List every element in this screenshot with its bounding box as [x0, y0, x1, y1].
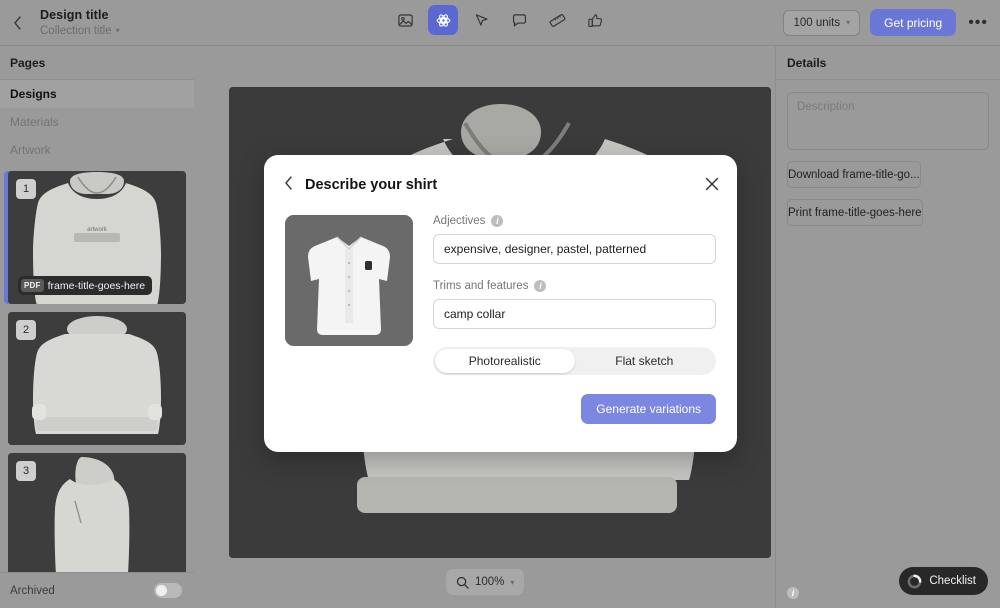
modal-title: Describe your shirt	[305, 177, 438, 193]
modal-fields: Adjectives i Trims and features i Photor…	[433, 215, 716, 375]
units-label: 100 units	[793, 16, 841, 29]
app-window: Design title Collection title ▾ 100 unit…	[0, 0, 1000, 608]
thumbnail-label: PDF frame-title-goes-here	[18, 276, 153, 295]
trims-label-text: Trims and features	[433, 280, 529, 292]
adjectives-label-text: Adjectives	[433, 215, 486, 227]
modal-footer: Generate variations	[264, 375, 737, 424]
info-icon[interactable]: i	[491, 215, 504, 227]
get-pricing-button[interactable]: Get pricing	[870, 9, 957, 36]
thumbnail-number: 1	[16, 179, 36, 199]
archived-row: Archived	[0, 572, 194, 608]
svg-text:artwork: artwork	[87, 227, 108, 233]
render-style-segmented-control: Photorealistic Flat sketch	[433, 347, 716, 375]
left-sidebar: Pages Designs Materials Artwork 1 artwor…	[0, 45, 194, 608]
magnifier-icon	[456, 576, 469, 589]
shirt-illustration	[285, 215, 413, 346]
description-field[interactable]: Description	[787, 92, 989, 150]
trims-label: Trims and features i	[433, 280, 716, 292]
thumbnail-item[interactable]: 1 artwork PDF frame-title-goes-here	[8, 171, 186, 304]
chevron-left-icon	[13, 15, 21, 30]
adjectives-label: Adjectives i	[433, 215, 716, 227]
trims-input[interactable]	[433, 299, 716, 329]
top-right-actions: 100 units ▾ Get pricing •••	[783, 0, 990, 45]
tool-ruler-icon[interactable]	[542, 5, 572, 35]
print-button[interactable]: Print frame-title-goes-here	[787, 199, 923, 226]
tool-comment-icon[interactable]	[504, 5, 534, 35]
units-dropdown[interactable]: 100 units ▾	[783, 9, 861, 36]
checklist-button[interactable]: Checklist	[899, 567, 988, 595]
top-bar: Design title Collection title ▾ 100 unit…	[0, 0, 1000, 45]
design-title: Design title	[40, 7, 109, 22]
sidebar-item-designs[interactable]: Designs	[0, 80, 194, 108]
more-menu-button[interactable]: •••	[966, 14, 990, 32]
thumbnail-number: 3	[16, 461, 36, 481]
generate-variations-button[interactable]: Generate variations	[581, 394, 716, 424]
archived-label: Archived	[10, 584, 55, 597]
zoom-level: 100%	[475, 576, 505, 588]
modal-back-button[interactable]	[284, 176, 293, 194]
sidebar-item-label: Artwork	[10, 143, 51, 157]
thumbnail-list: 1 artwork PDF frame-title-goes-here 2 3	[0, 171, 194, 608]
close-icon[interactable]	[705, 177, 719, 194]
details-header: Details	[776, 46, 1000, 80]
sidebar-item-materials[interactable]: Materials	[0, 108, 194, 136]
chevron-down-icon: ▾	[115, 26, 120, 35]
zoom-control[interactable]: 100% ▾	[446, 569, 525, 595]
thumbnail-item[interactable]: 3	[8, 453, 186, 586]
pdf-badge: PDF	[21, 279, 44, 292]
title-block: Design title Collection title ▾	[40, 8, 120, 38]
tool-cursor-pointer-icon[interactable]	[466, 5, 496, 35]
tool-bar	[390, 5, 610, 35]
thumbnail-number: 2	[16, 320, 36, 340]
modal-body: Adjectives i Trims and features i Photor…	[264, 215, 737, 375]
progress-circle-icon	[908, 574, 922, 588]
sidebar-header: Pages	[0, 46, 194, 80]
tool-image-icon[interactable]	[390, 5, 420, 35]
chevron-left-icon	[285, 176, 292, 190]
describe-shirt-modal: Describe your shirt Adjectives i expensi…	[264, 155, 737, 452]
collection-selector[interactable]: Collection title ▾	[40, 24, 120, 38]
tool-ai-atom-icon[interactable]	[428, 5, 458, 35]
sidebar-item-artwork[interactable]: Artwork	[0, 136, 194, 164]
info-icon[interactable]: i	[787, 587, 799, 599]
collection-title: Collection title	[40, 24, 112, 37]
checklist-label: Checklist	[929, 575, 976, 587]
segment-photorealistic[interactable]: Photorealistic	[435, 349, 575, 373]
toggle-knob	[156, 585, 167, 596]
trims-group: Trims and features i	[433, 280, 716, 329]
tool-thumbs-up-icon[interactable]	[580, 5, 610, 35]
download-button[interactable]: Download frame-title-go...	[787, 161, 921, 188]
sidebar-item-label: Designs	[10, 87, 57, 101]
thumbnail-item[interactable]: 2	[8, 312, 186, 445]
modal-header: Describe your shirt	[264, 155, 737, 215]
chevron-down-icon: ▾	[510, 577, 515, 587]
info-icon[interactable]: i	[534, 280, 547, 292]
chevron-down-icon: ▾	[846, 18, 851, 27]
back-button[interactable]	[0, 0, 34, 45]
thumbnail-title: frame-title-goes-here	[47, 279, 146, 292]
segment-flat-sketch[interactable]: Flat sketch	[575, 349, 715, 373]
adjectives-input[interactable]	[433, 234, 716, 264]
sidebar-item-label: Materials	[10, 115, 59, 129]
details-panel: Details Description Download frame-title…	[775, 45, 1000, 608]
archived-toggle[interactable]	[154, 583, 182, 598]
shirt-preview-image	[285, 215, 413, 346]
